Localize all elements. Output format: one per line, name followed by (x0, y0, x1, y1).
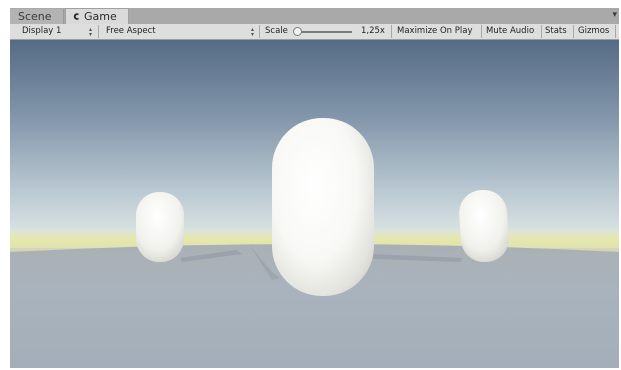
right-capsule (459, 189, 509, 263)
scale-slider-thumb[interactable] (293, 27, 303, 36)
toolbar-separator (391, 25, 392, 38)
toolbar-separator (615, 25, 616, 38)
aspect-dropdown-label: Free Aspect (106, 26, 156, 36)
tab-game-label: Game (84, 10, 117, 23)
tab-scene[interactable]: Scene (10, 9, 64, 24)
mute-audio-button[interactable]: Mute Audio (486, 24, 534, 39)
toolbar-separator (98, 25, 99, 38)
toolbar-separator (259, 25, 260, 38)
scale-label: Scale (265, 24, 288, 39)
aspect-dropdown[interactable]: Free Aspect (106, 24, 156, 39)
game-viewport[interactable] (10, 40, 619, 368)
aspect-dropdown-arrows-icon: ▴ ▾ (251, 26, 255, 38)
toolbar-separator (573, 25, 574, 38)
scale-value-text: 1,25x (361, 26, 385, 36)
stats-button[interactable]: Stats (545, 24, 567, 39)
mute-audio-label: Mute Audio (486, 26, 535, 36)
maximize-on-play-label: Maximize On Play (397, 26, 473, 36)
game-toolbar: Display 1 ▴ ▾ Free Aspect ▴ ▾ Scale 1,25x … (10, 24, 619, 40)
tab-game[interactable]: Game (65, 8, 129, 24)
center-capsule (272, 118, 374, 296)
toolbar-separator (541, 25, 542, 38)
display-dropdown-arrows-icon: ▴ ▾ (89, 26, 93, 38)
display-dropdown-label: Display 1 (22, 26, 62, 36)
scale-label-text: Scale (265, 26, 288, 36)
display-dropdown[interactable]: Display 1 (22, 24, 61, 39)
stats-label: Stats (545, 26, 567, 36)
left-capsule (136, 192, 184, 262)
tab-menu-icon[interactable]: ▾ (612, 10, 617, 20)
scale-value: 1,25x (361, 24, 385, 39)
unity-game-window: Scene Game ▾ Display 1 ▴ ▾ Free Aspect ▴ ▾… (10, 8, 619, 368)
maximize-on-play-button[interactable]: Maximize On Play (397, 24, 472, 39)
gizmos-button[interactable]: Gizmos (578, 24, 609, 39)
toolbar-separator (481, 25, 482, 38)
game-controller-icon (73, 13, 79, 20)
tab-scene-label: Scene (18, 10, 52, 23)
scale-slider-track[interactable] (295, 31, 352, 33)
tab-bar: Scene Game ▾ (10, 8, 619, 24)
gizmos-label: Gizmos (578, 26, 610, 36)
